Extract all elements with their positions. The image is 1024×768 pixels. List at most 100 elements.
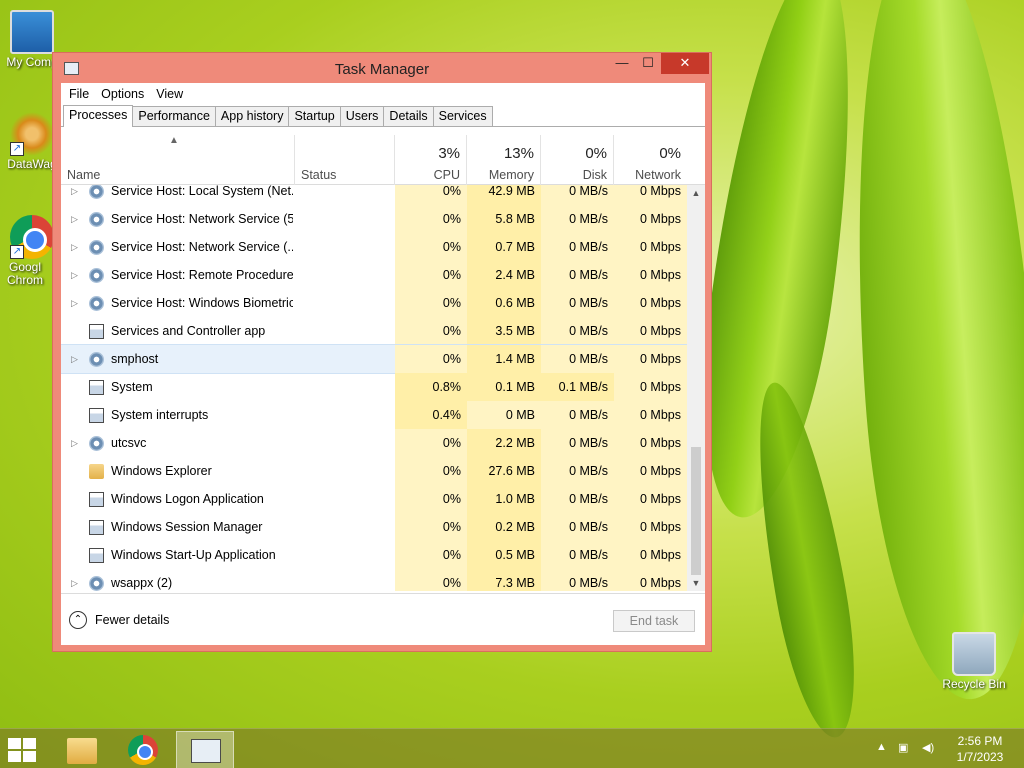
menu-options[interactable]: Options [95,87,150,101]
column-header-status[interactable]: Status [295,135,395,185]
process-row[interactable]: Services and Controller app 0% 3.5 MB 0 MB/… [61,317,687,345]
shortcut-arrow-icon: ↗ [10,245,24,259]
process-row[interactable]: Windows Logon Application 0% 1.0 MB 0 MB/s 0… [61,485,687,513]
process-row[interactable]: ▷ Service Host: Network Service (... 0% 0.7… [61,233,687,261]
process-row[interactable]: Windows Explorer 0% 27.6 MB 0 MB/s 0 Mbps [61,457,687,485]
process-row[interactable]: Windows Session Manager 0% 0.2 MB 0 MB/s 0 M… [61,513,687,541]
process-table: ▲ Name Status 3% CPU 13% Memory 0% Disk [61,135,705,591]
scroll-down-arrow-icon[interactable]: ▼ [687,575,705,591]
process-row[interactable]: ▷ utcsvc 0% 2.2 MB 0 MB/s 0 Mbps [61,429,687,457]
taskbar-chrome-button[interactable] [114,731,172,768]
task-manager-icon [191,739,221,763]
process-name: Service Host: Network Service (... [111,240,293,254]
windows-logo-icon [8,751,21,762]
process-row[interactable]: System interrupts 0.4% 0 MB 0 MB/s 0 Mbps [61,401,687,429]
process-name-cell: ▷ Service Host: Network Service (... [61,233,295,261]
process-network-cell: 0 Mbps [614,401,687,429]
tab-services[interactable]: Services [432,106,493,126]
process-disk-cell: 0 MB/s [541,485,614,513]
tab-startup[interactable]: Startup [288,106,341,126]
process-disk-cell: 0 MB/s [541,429,614,457]
process-status-cell [295,513,395,541]
tab-processes[interactable]: Processes [63,105,134,127]
process-name: smphost [111,352,159,366]
column-header-network[interactable]: 0% Network [614,135,705,185]
process-disk-cell: 0 MB/s [541,345,614,373]
process-cpu-cell: 0% [395,289,467,317]
process-name-cell: ▷ wsappx (2) [61,569,295,591]
menu-view[interactable]: View [150,87,189,101]
process-cpu-cell: 0% [395,205,467,233]
maximize-button[interactable]: ☐ [635,53,661,74]
process-memory-cell: 3.5 MB [467,317,541,345]
process-row[interactable]: ▷ Service Host: Network Service (5) 0% 5.8 … [61,205,687,233]
vertical-scrollbar[interactable]: ▲ ▼ [687,185,705,591]
process-status-cell [295,401,395,429]
process-status-cell [295,457,395,485]
process-name-cell: Windows Explorer [61,457,295,485]
title-bar[interactable]: Task Manager — ☐ ✕ [53,53,711,83]
process-row[interactable]: ▷ Service Host: Local System (Net... 0% 42.… [61,185,687,205]
taskbar-task-manager-button[interactable] [176,731,234,768]
expand-chevron-icon[interactable]: ▷ [71,261,78,289]
minimize-button[interactable]: — [609,53,635,74]
expand-chevron-icon[interactable]: ▷ [71,345,78,373]
tab-details[interactable]: Details [383,106,434,126]
process-disk-cell: 0 MB/s [541,185,614,205]
process-row[interactable]: System 0.8% 0.1 MB 0.1 MB/s 0 Mbps [61,373,687,401]
process-row[interactable]: ▷ Service Host: Remote Procedure... 0% 2.4 … [61,261,687,289]
expand-chevron-icon[interactable]: ▷ [71,569,78,591]
tab-performance[interactable]: Performance [132,106,216,126]
tab-app-history[interactable]: App history [214,106,290,126]
process-row[interactable]: Windows Start-Up Application 0% 0.5 MB 0 MB… [61,541,687,569]
process-memory-cell: 2.4 MB [467,261,541,289]
close-button[interactable]: ✕ [661,53,709,74]
column-percent: 3% [438,145,460,162]
column-header-cpu[interactable]: 3% CPU [395,135,467,185]
process-cpu-cell: 0% [395,541,467,569]
expand-chevron-icon[interactable]: ▷ [71,185,78,205]
menu-file[interactable]: File [63,87,95,101]
column-header-memory[interactable]: 13% Memory [467,135,541,185]
expand-chevron-icon[interactable]: ▷ [71,289,78,317]
expand-chevron-icon[interactable]: ▷ [71,233,78,261]
clock-time: 2:56 PM [957,734,1003,748]
scroll-up-arrow-icon[interactable]: ▲ [687,185,705,201]
column-label: Name [67,168,101,182]
process-disk-cell: 0 MB/s [541,317,614,345]
expand-chevron-icon[interactable]: ▷ [71,205,78,233]
column-header-name[interactable]: ▲ Name [61,135,295,185]
gear-icon [89,212,104,227]
process-network-cell: 0 Mbps [614,205,687,233]
taskbar-file-explorer-button[interactable] [52,731,110,768]
gear-icon [89,576,104,591]
process-name: Service Host: Remote Procedure... [111,268,293,282]
task-manager-window: Task Manager — ☐ ✕ File Options View Pro… [52,52,712,652]
process-disk-cell: 0 MB/s [541,289,614,317]
taskbar-clock[interactable]: 2:56 PM 1/7/2023 [950,733,1010,765]
process-name: System interrupts [111,408,209,422]
desktop-icon-recycle-bin[interactable]: Recycle Bin [942,632,1006,691]
chrome-icon: ↗ [10,215,54,259]
process-row[interactable]: ▷ wsappx (2) 0% 7.3 MB 0 MB/s 0 Mbps [61,569,687,591]
process-status-cell [295,233,395,261]
sort-ascending-icon: ▲ [169,135,179,146]
end-task-button[interactable]: End task [613,610,695,632]
process-network-cell: 0 Mbps [614,317,687,345]
fewer-details-button[interactable]: ⌃ Fewer details [69,610,169,630]
windows-logo-icon [23,738,36,749]
process-status-cell [295,541,395,569]
process-row[interactable]: ▷ Service Host: Windows Biometric 0% 0.6 MB… [61,289,687,317]
show-hidden-icons-icon[interactable]: ▲ [876,741,887,753]
column-label: Memory [488,168,534,182]
column-header-disk[interactable]: 0% Disk [541,135,614,185]
scrollbar-thumb[interactable] [691,447,701,575]
process-disk-cell: 0 MB/s [541,569,614,591]
start-button[interactable] [8,738,38,762]
process-row[interactable]: ▷ smphost 0% 1.4 MB 0 MB/s 0 Mbps [61,344,687,374]
volume-icon[interactable]: ◀) [922,741,934,754]
process-network-cell: 0 Mbps [614,373,687,401]
expand-chevron-icon[interactable]: ▷ [71,429,78,457]
network-icon[interactable]: ▣ [898,741,908,754]
tab-users[interactable]: Users [339,106,385,126]
